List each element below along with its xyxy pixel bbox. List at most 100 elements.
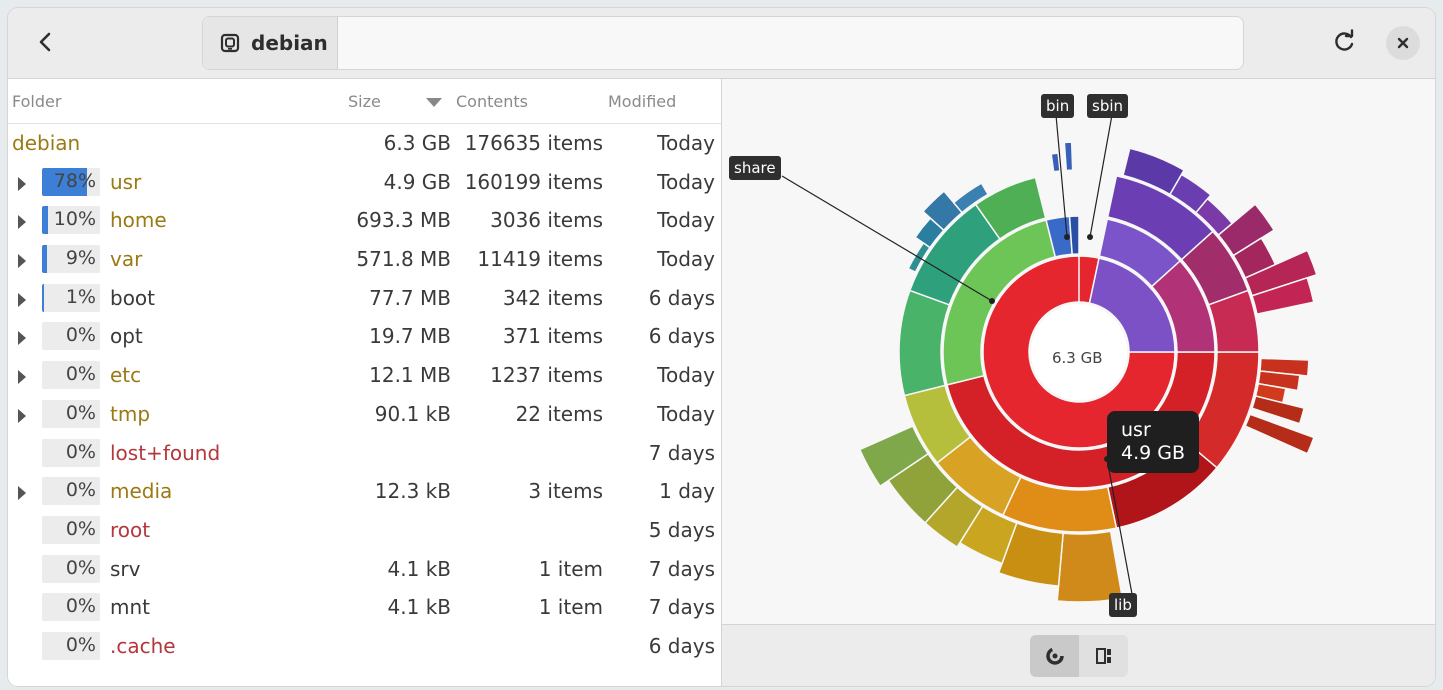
percent-bar: 78% (42, 167, 100, 196)
label-share: share (729, 156, 781, 180)
percent-label: 0% (65, 440, 96, 463)
expand-arrow-icon[interactable] (18, 254, 26, 269)
folder-rows: debian 6.3 GB 176635 items Today 78% usr 4… (8, 125, 721, 667)
location-label: debian (251, 31, 328, 55)
folder-row[interactable]: 0% lost+found 7 days (8, 435, 721, 474)
expand-arrow-icon[interactable] (18, 292, 26, 307)
ring4-ray[interactable] (1244, 413, 1315, 455)
folder-contents: 1237 items (490, 363, 603, 388)
back-arrow-icon (39, 32, 51, 52)
folder-contents: 22 items (515, 401, 603, 426)
folder-row[interactable]: 0% media 12.3 kB 3 items 1 day (8, 473, 721, 512)
pointer-dot (989, 298, 995, 304)
folder-contents: 3 items (528, 479, 603, 504)
treemap-view-button[interactable] (1079, 635, 1128, 677)
back-button[interactable] (26, 24, 66, 60)
chart-area[interactable]: 6.3 GB share bin sbin lib usr 4.9 GB (722, 79, 1435, 624)
expand-arrow-icon[interactable] (18, 370, 26, 385)
folder-modified: 6 days (648, 633, 715, 658)
rings-chart-icon (1045, 647, 1064, 665)
rings-view-button[interactable] (1030, 635, 1079, 677)
folder-modified: 6 days (648, 285, 715, 310)
ring4-ray[interactable] (1050, 152, 1061, 173)
column-modified[interactable]: Modified (608, 92, 676, 111)
folder-modified: 7 days (648, 556, 715, 581)
percent-bar: 0% (42, 631, 100, 660)
baobab-window: debian Folder Size Contents Modified deb… (8, 8, 1435, 686)
tooltip-size: 4.9 GB (1121, 442, 1186, 464)
folder-modified: Today (657, 363, 715, 388)
folder-size: 12.1 MB (369, 363, 451, 388)
folder-modified: 6 days (648, 324, 715, 349)
folder-row[interactable]: 0% srv 4.1 kB 1 item 7 days (8, 551, 721, 590)
folder-contents: 342 items (502, 285, 603, 310)
folder-row[interactable]: 0% root 5 days (8, 512, 721, 551)
folder-modified: 7 days (648, 440, 715, 465)
folder-row[interactable]: 10% home 693.3 MB 3036 items Today (8, 202, 721, 241)
column-folder[interactable]: Folder (12, 92, 61, 111)
percent-label: 0% (65, 633, 96, 656)
label-bin: bin (1041, 94, 1075, 118)
percent-bar: 9% (42, 245, 100, 274)
percent-label: 0% (65, 556, 96, 579)
view-toggle (1030, 635, 1128, 677)
folder-name: lost+found (110, 440, 221, 465)
folder-size: 4.1 kB (387, 556, 451, 581)
ring3-segment[interactable] (898, 289, 951, 397)
root-row[interactable]: debian 6.3 GB 176635 items Today (8, 125, 721, 164)
refresh-icon (1335, 29, 1354, 51)
folder-row[interactable]: 78% usr 4.9 GB 160199 items Today (8, 164, 721, 203)
folder-name: srv (110, 556, 141, 581)
folder-modified: 5 days (648, 517, 715, 542)
percent-bar: 0% (42, 477, 100, 506)
expand-arrow-icon[interactable] (18, 331, 26, 346)
pointer-dot (1087, 234, 1093, 240)
percent-label: 0% (65, 479, 96, 502)
location-segment[interactable]: debian (203, 17, 338, 69)
folder-row[interactable]: 0% .cache 6 days (8, 628, 721, 667)
folder-modified: Today (657, 247, 715, 272)
column-contents[interactable]: Contents (456, 92, 528, 111)
close-icon (1397, 37, 1409, 49)
folder-row[interactable]: 0% tmp 90.1 kB 22 items Today (8, 396, 721, 435)
folder-row[interactable]: 0% mnt 4.1 kB 1 item 7 days (8, 589, 721, 628)
label-sbin: sbin (1087, 94, 1129, 118)
ring4-ray[interactable] (1056, 530, 1124, 603)
folder-row[interactable]: 0% etc 12.1 MB 1237 items Today (8, 357, 721, 396)
location-bar[interactable]: debian (202, 16, 1244, 70)
percent-label: 0% (65, 401, 96, 424)
percent-bar: 10% (42, 206, 100, 235)
folder-size: 4.9 GB (383, 169, 451, 194)
percent-bar: 0% (42, 554, 100, 583)
folder-contents: 3036 items (490, 208, 603, 233)
folder-name: opt (110, 324, 143, 349)
percent-label: 0% (65, 363, 96, 386)
folder-name: usr (110, 169, 142, 194)
folder-size: 19.7 MB (369, 324, 451, 349)
folder-name: home (110, 208, 167, 233)
percent-bar: 0% (42, 515, 100, 544)
label-lib: lib (1109, 593, 1137, 617)
expand-arrow-icon[interactable] (18, 486, 26, 501)
folder-size: 693.3 MB (356, 208, 451, 233)
folder-list: Folder Size Contents Modified debian 6.3… (8, 79, 722, 686)
refresh-button[interactable] (1324, 24, 1364, 60)
folder-row[interactable]: 9% var 571.8 MB 11419 items Today (8, 241, 721, 280)
drive-icon (219, 32, 241, 54)
folder-modified: 1 day (659, 479, 715, 504)
column-size[interactable]: Size (348, 92, 381, 111)
folder-name: media (110, 479, 173, 504)
folder-row[interactable]: 0% opt 19.7 MB 371 items 6 days (8, 318, 721, 357)
folder-modified: Today (657, 401, 715, 426)
close-button[interactable] (1386, 26, 1420, 60)
expand-arrow-icon[interactable] (18, 408, 26, 423)
folder-name: mnt (110, 595, 150, 620)
expand-arrow-icon[interactable] (18, 215, 26, 230)
percent-bar: 0% (42, 399, 100, 428)
folder-contents: 371 items (502, 324, 603, 349)
chart-tooltip: usr 4.9 GB (1107, 411, 1200, 473)
percent-label: 0% (65, 595, 96, 618)
ring4-ray[interactable] (1063, 141, 1074, 172)
expand-arrow-icon[interactable] (18, 176, 26, 191)
folder-row[interactable]: 1% boot 77.7 MB 342 items 6 days (8, 280, 721, 319)
